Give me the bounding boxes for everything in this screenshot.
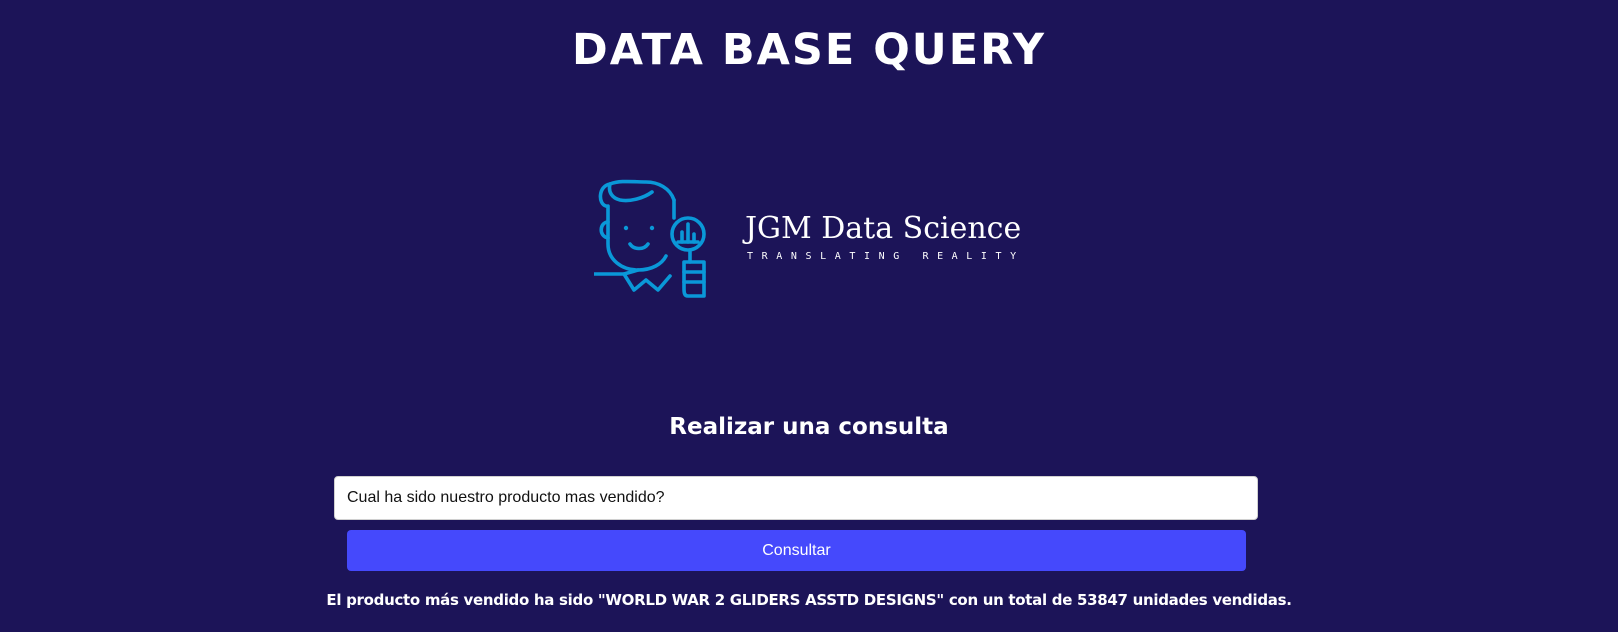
brand-tagline: TRANSLATING REALITY — [747, 251, 1025, 262]
query-heading: Realizar una consulta — [669, 414, 949, 440]
data-scientist-mascot-icon — [594, 179, 706, 298]
page: DATA BASE QUERY JGM Data Science TRANSLA… — [0, 0, 1618, 632]
query-input[interactable] — [334, 476, 1258, 520]
brand-logo: JGM Data Science TRANSLATING REALITY — [594, 176, 1021, 306]
query-result: El producto más vendido ha sido "WORLD W… — [326, 591, 1292, 609]
brand-name: JGM Data Science — [745, 211, 1022, 246]
consultar-button[interactable]: Consultar — [347, 530, 1246, 571]
page-title: DATA BASE QUERY — [572, 25, 1046, 75]
